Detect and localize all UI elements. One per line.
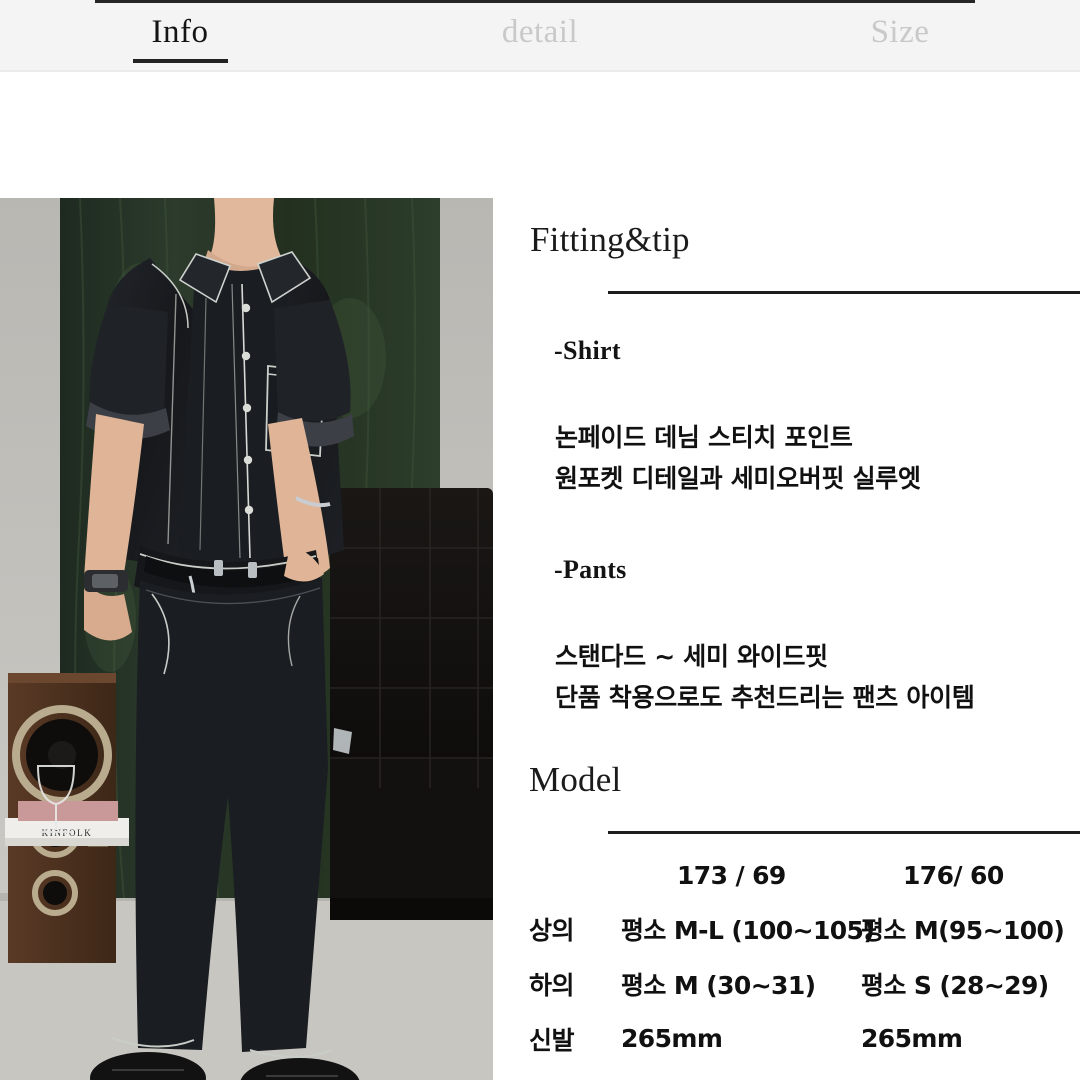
row-value-top-model2: 평소 M(95~100) [861,915,1065,945]
table-row: 하의 평소 M (30~31) 평소 S (28~29) [493,956,1080,1011]
model-heading: Model [529,760,622,799]
model-size-table: 173 / 69 176/ 60 상의 평소 M-L (100~105) 평소 … [493,849,1080,1066]
row-value-bottom-model2: 평소 S (28~29) [861,970,1049,1000]
fitting-heading: Fitting&tip [530,220,690,259]
model-divider [608,831,1080,834]
row-label-bottom: 하의 [529,970,575,1000]
pants-description-line: 스탠다드 ~ 세미 와이드핏 [555,642,828,671]
fitting-divider [608,291,1080,294]
tab-size-label: Size [870,14,930,50]
model-col-2-header: 176/ 60 [903,860,1004,890]
row-label-top: 상의 [529,915,575,945]
info-content: KINFOLK Fitting&tip -Shirt 논페이드 데님 스티치 포… [0,72,1080,1080]
tab-info[interactable]: Info [0,0,360,70]
tab-bar: Info detail Size [0,0,1080,72]
table-row: 신발 265mm 265mm [493,1011,1080,1066]
product-photo-illustration: KINFOLK [0,198,493,1080]
shirt-description-line: 논페이드 데님 스티치 포인트 [555,423,853,452]
row-label-shoes: 신발 [529,1025,575,1055]
tab-detail[interactable]: detail [360,0,720,70]
table-row: 상의 평소 M-L (100~105) 평소 M(95~100) [493,901,1080,956]
shirt-description-line: 원포켓 디테일과 세미오버핏 실루엣 [555,464,921,493]
tab-list: Info detail Size [0,0,1080,70]
table-header-row: 173 / 69 176/ 60 [493,849,1080,901]
tab-info-label: Info [151,14,209,50]
tab-detail-label: detail [501,14,579,50]
row-value-shoes-model2: 265mm [861,1024,963,1053]
pants-label: -Pants [554,555,627,584]
model-col-1-header: 173 / 69 [677,860,786,890]
row-value-bottom-model1: 평소 M (30~31) [621,970,816,1000]
pants-description: 스탠다드 ~ 세미 와이드핏 단품 착용으로도 추천드리는 팬츠 아이템 [555,636,975,718]
pants-description-line: 단품 착용으로도 추천드리는 팬츠 아이템 [555,683,975,712]
row-value-top-model1: 평소 M-L (100~105) [621,915,875,945]
row-value-shoes-model1: 265mm [621,1024,723,1053]
tab-active-indicator [132,59,228,63]
shirt-label: -Shirt [554,336,621,365]
shirt-description: 논페이드 데님 스티치 포인트 원포켓 디테일과 세미오버핏 실루엣 [555,417,921,499]
tab-size[interactable]: Size [720,0,1080,70]
fitting-info-column: Fitting&tip -Shirt 논페이드 데님 스티치 포인트 원포켓 디… [493,72,1080,1080]
product-photo: KINFOLK [0,198,493,1080]
